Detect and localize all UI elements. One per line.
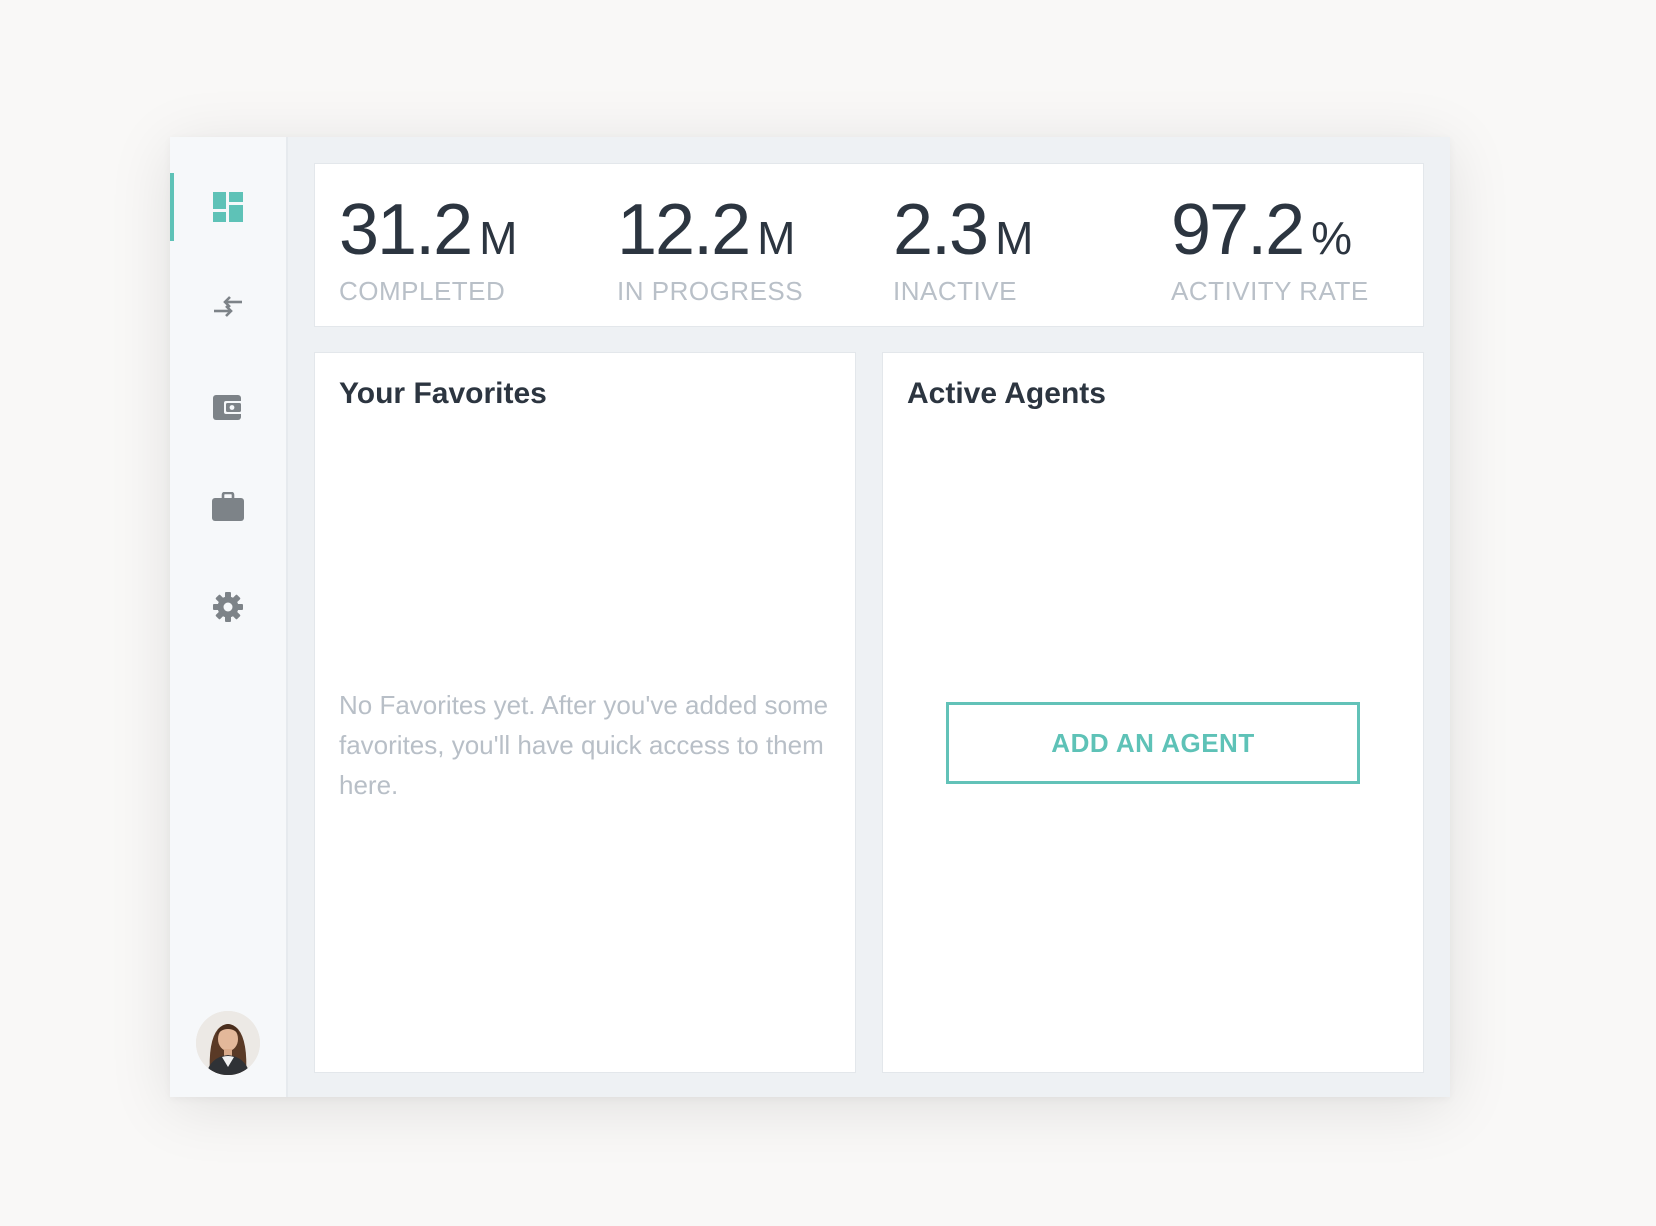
stat-inactive: 2.3 M INACTIVE	[893, 194, 1033, 307]
stats-card: 31.2 M COMPLETED 12.2 M IN PROGRESS 2.3 …	[314, 163, 1424, 327]
sidebar-item-dashboard[interactable]	[170, 173, 286, 241]
stat-activity-rate: 97.2 % ACTIVITY RATE	[1171, 194, 1369, 307]
stat-value: 2.3	[893, 190, 989, 270]
app-window: 31.2 M COMPLETED 12.2 M IN PROGRESS 2.3 …	[170, 137, 1450, 1097]
stat-completed: 31.2 M COMPLETED	[339, 194, 517, 307]
stat-unit: M	[995, 212, 1034, 264]
main-content: 31.2 M COMPLETED 12.2 M IN PROGRESS 2.3 …	[288, 137, 1450, 1097]
stat-unit: M	[757, 212, 796, 264]
sidebar	[170, 137, 288, 1097]
stat-unit: M	[479, 212, 518, 264]
favorites-title: Your Favorites	[339, 377, 547, 410]
stat-label: ACTIVITY RATE	[1171, 276, 1369, 306]
dashboard-icon	[213, 192, 243, 222]
stat-value: 12.2	[617, 190, 751, 270]
active-agents-title: Active Agents	[907, 377, 1106, 410]
active-agents-panel: Active Agents ADD AN AGENT	[882, 352, 1424, 1073]
add-agent-button[interactable]: ADD AN AGENT	[946, 702, 1360, 784]
wallet-icon	[213, 393, 243, 421]
sidebar-item-transfers[interactable]	[170, 273, 286, 341]
sidebar-item-settings[interactable]	[170, 573, 286, 641]
stat-unit: %	[1311, 212, 1353, 264]
gear-icon	[212, 591, 244, 623]
transfer-arrows-icon	[212, 295, 244, 319]
favorites-panel: Your Favorites No Favorites yet. After y…	[314, 352, 856, 1073]
sidebar-item-wallet[interactable]	[170, 373, 286, 441]
user-avatar[interactable]	[196, 1011, 260, 1075]
stat-label: IN PROGRESS	[617, 276, 804, 306]
briefcase-icon	[212, 492, 244, 522]
stat-value: 97.2	[1171, 190, 1305, 270]
favorites-empty-message: No Favorites yet. After you've added som…	[339, 690, 829, 800]
stat-label: INACTIVE	[893, 276, 1017, 306]
stat-in-progress: 12.2 M IN PROGRESS	[617, 194, 803, 307]
stat-value: 31.2	[339, 190, 473, 270]
stat-label: COMPLETED	[339, 276, 506, 306]
sidebar-item-briefcase[interactable]	[170, 473, 286, 541]
